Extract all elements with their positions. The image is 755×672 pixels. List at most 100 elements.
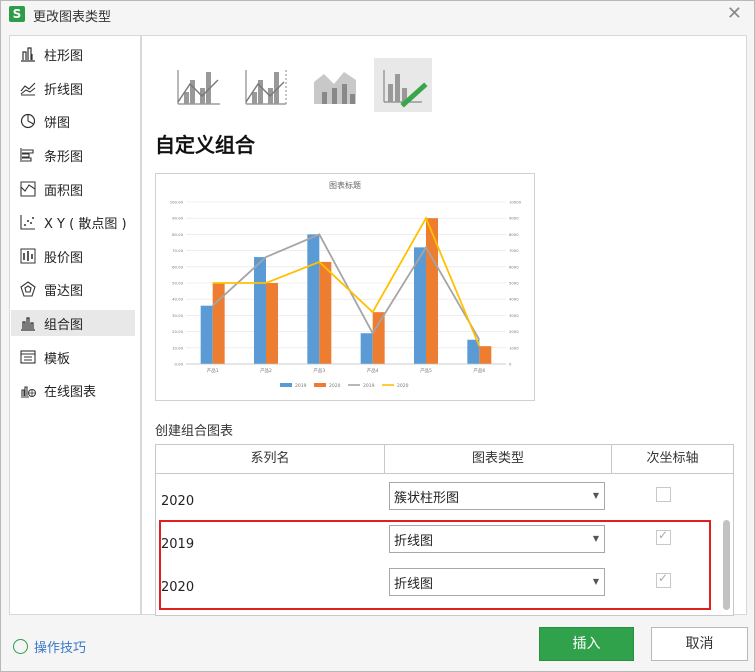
y-tick-label: 80.00 [172, 232, 183, 237]
series-name: 2020 [161, 494, 195, 509]
chart-type-select[interactable]: 簇状柱形图 ▼ [389, 482, 605, 510]
combo-thumb-area-column[interactable] [306, 58, 364, 112]
sidebar-item-radar[interactable]: 雷达图 [11, 276, 135, 302]
y2-tick-label: 8000 [509, 232, 519, 237]
area-column-icon [314, 72, 356, 104]
combo-thumb-cluster-column-line[interactable] [170, 58, 228, 112]
sidebar-item-scatter[interactable]: X Y ( 散点图 ) [11, 209, 135, 235]
chart-type-sidebar: 柱形图 折线图 饼图 条形图 面积图 X Y ( 散点图 ) 股价图 雷达图 组… [9, 35, 141, 615]
sidebar-item-area[interactable]: 面积图 [11, 176, 135, 202]
legend-label: 2020 [329, 383, 341, 389]
x-tick-label: 产品5 [420, 367, 432, 374]
tips-link[interactable]: 操作技巧 [34, 637, 86, 656]
change-chart-type-dialog: S 更改图表类型 ✕ 柱形图 折线图 饼图 条形图 面积图 X Y ( 散点图 … [0, 0, 755, 672]
radar-chart-icon [20, 281, 36, 297]
pie-chart-icon [20, 113, 36, 129]
x-tick-label: 产品4 [367, 367, 379, 374]
y-tick-label: 50.00 [172, 281, 183, 286]
sidebar-item-label: 饼图 [44, 116, 71, 131]
y2-tick-label: 10000 [509, 200, 522, 205]
stock-chart-icon [20, 248, 36, 264]
bar-2019 [307, 234, 320, 364]
x-tick-label: 产品6 [473, 367, 485, 374]
legend-swatch [314, 383, 326, 387]
chevron-down-icon: ▼ [592, 491, 599, 500]
sidebar-item-template[interactable]: 模板 [11, 344, 135, 370]
sidebar-item-label: 条形图 [44, 150, 84, 165]
x-tick-label: 产品1 [207, 367, 219, 374]
y2-tick-label: 5000 [509, 281, 519, 286]
line-chart-icon [20, 82, 36, 96]
legend-label: 2019 [363, 383, 375, 389]
y-tick-label: 40.00 [172, 297, 183, 302]
sidebar-item-combo[interactable]: 组合图 [11, 310, 135, 336]
y2-tick-label: 4000 [509, 297, 519, 302]
y2-tick-label: 0 [509, 362, 512, 367]
y-tick-label: 20.00 [172, 329, 183, 334]
bar-2019 [254, 257, 266, 364]
sidebar-item-line[interactable]: 折线图 [11, 75, 135, 101]
bar-2019 [200, 305, 213, 364]
dialog-title: 更改图表类型 [33, 10, 112, 25]
x-tick-label: 产品2 [260, 367, 272, 374]
bar-2020 [479, 346, 492, 364]
combo-thumb-custom[interactable] [374, 58, 432, 112]
y2-tick-label: 7000 [509, 248, 519, 253]
y2-tick-label: 6000 [509, 264, 519, 269]
combo-chart-icon [21, 317, 35, 331]
insert-button[interactable]: 插入 [539, 627, 634, 661]
sidebar-item-label: 面积图 [44, 184, 84, 199]
sidebar-item-column[interactable]: 柱形图 [11, 41, 135, 67]
cancel-button[interactable]: 取消 [651, 627, 748, 661]
column-chart-icon [21, 47, 35, 62]
y-tick-label: 30.00 [172, 313, 183, 318]
play-circle-icon [13, 639, 28, 654]
bar-2020 [266, 283, 278, 364]
combo-thumb-column-line-secondary[interactable] [238, 58, 296, 112]
y-tick-label: 70.00 [172, 248, 183, 253]
custom-combo-icon [383, 70, 428, 108]
bar-2020 [212, 283, 225, 364]
create-combo-label: 创建组合图表 [155, 424, 234, 439]
cluster-column-line-icon [177, 70, 220, 105]
highlight-annotation-box [159, 520, 711, 610]
sidebar-item-pie[interactable]: 饼图 [11, 108, 135, 134]
sidebar-item-label: 柱形图 [44, 49, 84, 64]
secondary-axis-checkbox[interactable] [656, 487, 671, 502]
table-row: 2020 簇状柱形图 ▼ [156, 482, 722, 525]
legend-label: 2020 [397, 383, 409, 389]
header-secondary-axis: 次坐标轴 [612, 445, 733, 474]
y-tick-label: 10.00 [172, 345, 183, 350]
chart-title: 图表标题 [329, 180, 361, 190]
y-tick-label: 0.00 [175, 362, 184, 367]
y2-tick-label: 1000 [509, 345, 519, 350]
y2-tick-label: 2000 [509, 329, 519, 334]
sidebar-item-label: 雷达图 [44, 284, 84, 299]
wps-app-icon: S [9, 6, 25, 22]
chart-type-value: 簇状柱形图 [394, 491, 460, 506]
sidebar-item-label: 模板 [44, 352, 71, 367]
close-icon[interactable]: ✕ [727, 3, 742, 24]
bar-2019 [360, 333, 373, 364]
chart-preview: 图表标题 0.00 10.00 20.00 30.00 40.00 50.00 60.00 70… [155, 173, 535, 401]
bar-2020 [426, 218, 438, 364]
column-line-secondary-icon [245, 70, 287, 105]
sidebar-item-bar[interactable]: 条形图 [11, 142, 135, 168]
y-tick-label: 60.00 [172, 264, 183, 269]
header-series-name: 系列名 [156, 445, 385, 474]
sidebar-item-online[interactable]: 在线图表 [11, 377, 135, 403]
y-tick-label: 100.00 [170, 200, 184, 205]
bar-2020 [319, 261, 332, 364]
sidebar-item-label: 折线图 [44, 83, 84, 98]
combo-chart: 图表标题 0.00 10.00 20.00 30.00 40.00 50.00 60.00 70… [170, 180, 522, 389]
bar-chart-icon [20, 148, 34, 162]
table-scrollbar[interactable] [723, 520, 730, 610]
sidebar-item-label: 在线图表 [44, 385, 97, 400]
bar-2020 [372, 312, 385, 364]
title-bar: S 更改图表类型 ✕ [1, 1, 754, 29]
sidebar-item-stock[interactable]: 股价图 [11, 243, 135, 269]
y2-tick-label: 9000 [509, 216, 519, 221]
scatter-chart-icon [20, 215, 35, 230]
sidebar-item-label: 股价图 [44, 251, 84, 266]
section-title: 自定义组合 [155, 133, 255, 157]
